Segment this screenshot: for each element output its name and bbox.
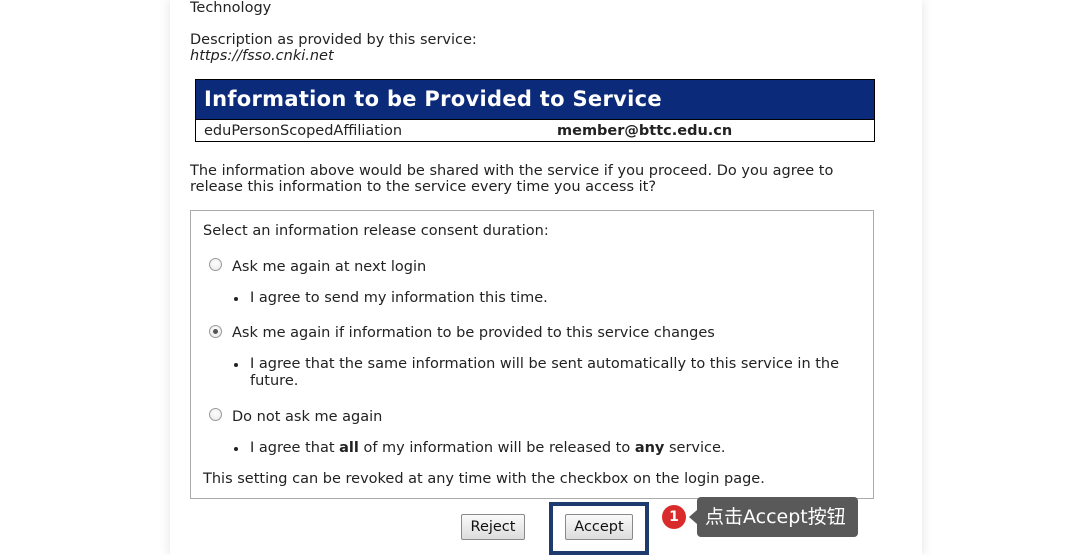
accept-button[interactable]: Accept [565, 514, 633, 540]
service-url: https://fsso.cnki.net [190, 48, 334, 64]
share-notice-line1: The information above would be shared wi… [190, 163, 834, 179]
option-label-ask-next-login[interactable]: Ask me again at next login [232, 259, 426, 276]
option-detail-ask-if-changes-line1: I agree that the same information will b… [250, 356, 840, 372]
attribute-name: eduPersonScopedAffiliation [204, 123, 403, 139]
option-detail-ask-next-login: I agree to send my information this time… [250, 290, 548, 306]
bullet-icon [234, 447, 238, 451]
attribute-table: Information to be Provided to Service ed… [195, 79, 875, 142]
bullet-icon [234, 363, 238, 367]
share-notice-line2: release this information to the service … [190, 179, 657, 195]
organization-name-fragment: Technology [190, 0, 272, 16]
option-label-do-not-ask[interactable]: Do not ask me again [232, 409, 382, 426]
service-description-label: Description as provided by this service: [190, 32, 477, 48]
radio-ask-next-login[interactable] [209, 258, 222, 271]
radio-do-not-ask[interactable] [209, 408, 222, 421]
reject-button[interactable]: Reject [461, 514, 525, 540]
revoke-note: This setting can be revoked at any time … [203, 471, 765, 487]
option-label-ask-if-changes[interactable]: Ask me again if information to be provid… [232, 325, 715, 342]
attribute-row: eduPersonScopedAffiliation member@bttc.e… [196, 119, 874, 142]
step-number-badge: 1 [662, 505, 686, 529]
bullet-icon [234, 297, 238, 301]
instruction-tooltip: 点击Accept按钮 [689, 497, 858, 537]
option-detail-ask-if-changes-line2: future. [250, 373, 299, 389]
attribute-value: member@bttc.edu.cn [557, 123, 733, 139]
radio-ask-if-changes[interactable] [209, 325, 222, 338]
attribute-table-title: Information to be Provided to Service [196, 80, 874, 119]
consent-prompt: Select an information release consent du… [203, 223, 549, 239]
option-detail-do-not-ask: I agree that all of my information will … [250, 440, 726, 456]
